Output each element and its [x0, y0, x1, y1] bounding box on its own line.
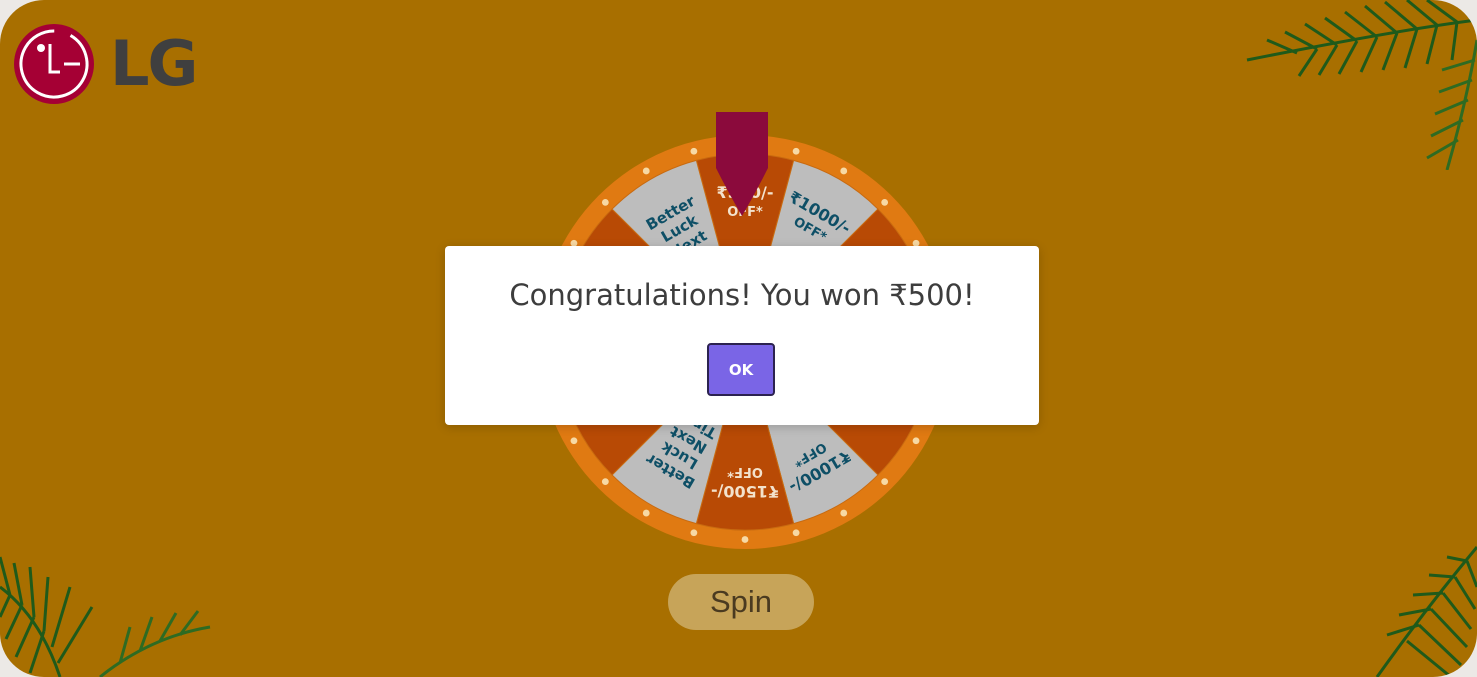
result-modal: Congratulations! You won ₹500! OK: [445, 246, 1039, 425]
result-message: Congratulations! You won ₹500!: [509, 278, 975, 312]
ok-button[interactable]: OK: [707, 343, 775, 396]
game-stage: LG ₹500/-OFF*₹1000/-OFF*₹1₹1000/-OFF*₹15…: [0, 0, 1477, 677]
result-modal-overlay: Congratulations! You won ₹500! OK: [0, 0, 1477, 677]
